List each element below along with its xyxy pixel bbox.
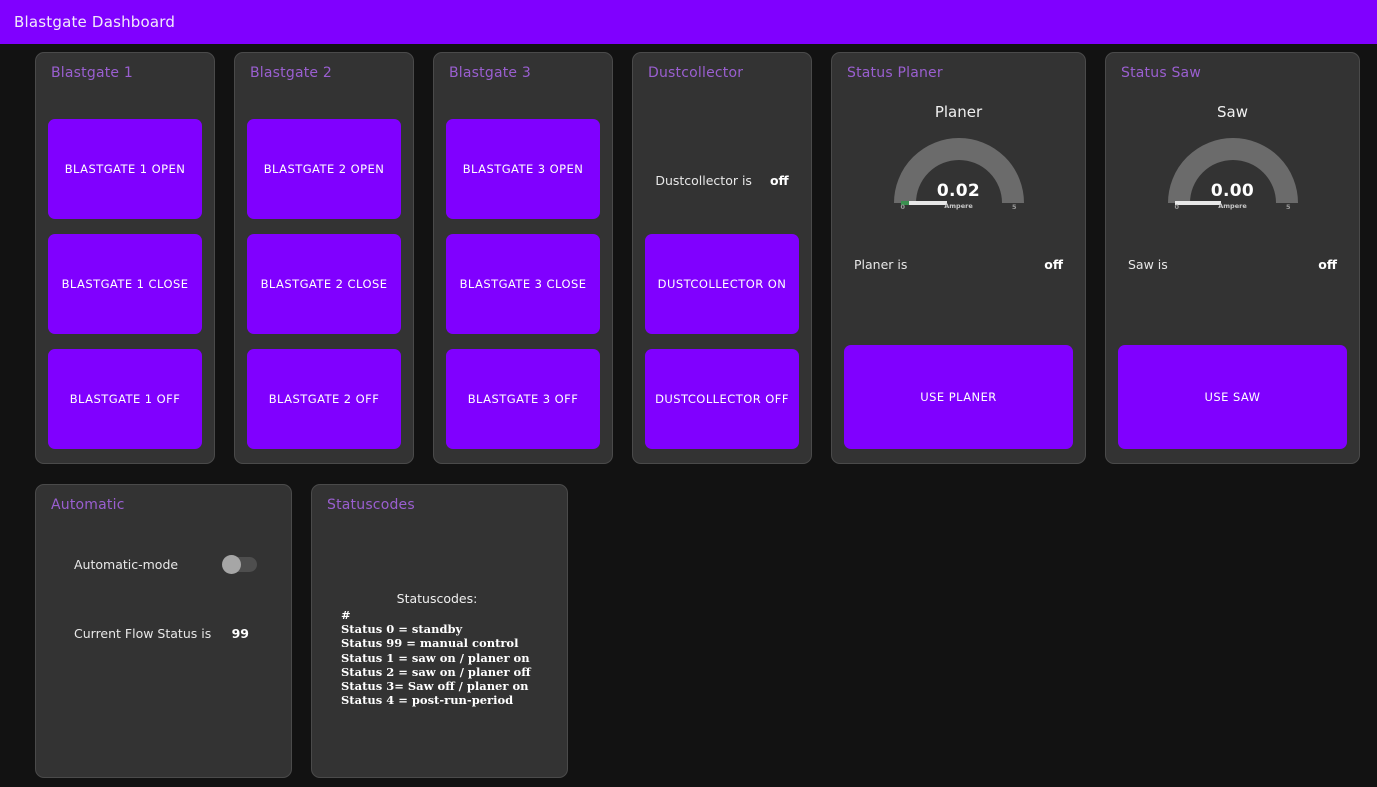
planer-action-wrap: USE PLANER	[844, 272, 1073, 451]
card-status-saw: Status Saw Saw 0.00 Ampere 0 5 Saw is of…	[1105, 52, 1360, 464]
dustcollector-off-button[interactable]: DUSTCOLLECTOR OFF	[645, 349, 799, 449]
card-title-dustcollector: Dustcollector	[648, 65, 744, 81]
statuscode-line: Status 2 = saw on / planer off	[341, 664, 531, 679]
planer-gauge-name: Planer	[934, 103, 983, 121]
blastgate-3-close-button[interactable]: BLASTGATE 3 CLOSE	[446, 234, 600, 334]
planer-status-value: off	[1044, 257, 1063, 272]
app-title: Blastgate Dashboard	[14, 13, 176, 31]
statuscodes-content: Statuscodes: # Status 0 = standby Status…	[324, 591, 555, 707]
statuscodes-list: # Status 0 = standby Status 99 = manual …	[341, 608, 555, 707]
saw-status-value: off	[1318, 257, 1337, 272]
planer-gauge-widget: Planer 0.02 Ampere 0 5	[844, 103, 1073, 211]
planer-gauge-min-tick: 0	[900, 203, 906, 211]
planer-status-label: Planer is	[854, 257, 908, 272]
saw-action-wrap: USE SAW	[1118, 272, 1347, 451]
toggle-knob	[222, 555, 241, 574]
statuscodes-heading: Statuscodes:	[396, 591, 478, 606]
saw-gauge: 0.00 Ampere 0 5	[1167, 133, 1298, 211]
planer-gauge-max-tick: 5	[1011, 203, 1017, 211]
card-title-blastgate-2: Blastgate 2	[250, 65, 332, 81]
statuscode-line: Status 3= Saw off / planer on	[341, 679, 529, 694]
saw-gauge-max-tick: 5	[1285, 203, 1291, 211]
card-title-blastgate-3: Blastgate 3	[449, 65, 531, 81]
statuscode-line: Status 0 = standby	[341, 622, 463, 637]
flow-status-value: 99	[231, 626, 249, 641]
card-automatic: Automatic Automatic-mode Current Flow St…	[35, 484, 292, 778]
saw-gauge-name: Saw	[1217, 103, 1248, 121]
saw-status-label: Saw is	[1128, 257, 1168, 272]
statuscode-line: Status 99 = manual control	[341, 636, 519, 651]
dustcollector-status-label: Dustcollector is	[655, 173, 752, 188]
dashboard-row-bottom: Automatic Automatic-mode Current Flow St…	[0, 484, 1377, 778]
flow-status-row: Current Flow Status is 99	[48, 626, 279, 641]
saw-gauge-widget: Saw 0.00 Ampere 0 5	[1118, 103, 1347, 211]
dustcollector-button-stack: DUSTCOLLECTOR ON DUSTCOLLECTOR OFF	[645, 188, 799, 451]
dashboard-grid: Blastgate 1 BLASTGATE 1 OPEN BLASTGATE 1…	[0, 44, 1377, 778]
planer-gauge-value: 0.02	[936, 181, 981, 201]
card-status-planer: Status Planer Planer 0.02 Ampere 0 5 Pla…	[831, 52, 1086, 464]
planer-gauge-unit: Ampere	[944, 202, 973, 210]
dustcollector-status-value: off	[769, 173, 789, 188]
app-header: Blastgate Dashboard	[0, 0, 1377, 44]
saw-status-row: Saw is off	[1118, 257, 1347, 272]
blastgate-2-close-button[interactable]: BLASTGATE 2 CLOSE	[247, 234, 401, 334]
use-planer-button[interactable]: USE PLANER	[844, 345, 1073, 449]
card-blastgate-1: Blastgate 1 BLASTGATE 1 OPEN BLASTGATE 1…	[35, 52, 215, 464]
card-blastgate-2: Blastgate 2 BLASTGATE 2 OPEN BLASTGATE 2…	[234, 52, 414, 464]
statuscode-line: Status 1 = saw on / planer on	[341, 650, 530, 665]
planer-status-row: Planer is off	[844, 257, 1073, 272]
blastgate-1-close-button[interactable]: BLASTGATE 1 CLOSE	[48, 234, 202, 334]
use-saw-button[interactable]: USE SAW	[1118, 345, 1347, 449]
blastgate-3-button-stack: BLASTGATE 3 OPEN BLASTGATE 3 CLOSE BLAST…	[446, 81, 600, 451]
blastgate-2-button-stack: BLASTGATE 2 OPEN BLASTGATE 2 CLOSE BLAST…	[247, 81, 401, 451]
statuscode-line: Status 4 = post-run-period	[341, 693, 514, 708]
card-dustcollector: Dustcollector Dustcollector is off DUSTC…	[632, 52, 812, 464]
dashboard-row-top: Blastgate 1 BLASTGATE 1 OPEN BLASTGATE 1…	[0, 52, 1377, 464]
blastgate-2-off-button[interactable]: BLASTGATE 2 OFF	[247, 349, 401, 449]
card-title-statuscodes: Statuscodes	[327, 497, 415, 513]
card-title-status-saw: Status Saw	[1121, 65, 1201, 81]
saw-gauge-min-tick: 0	[1174, 203, 1180, 211]
automatic-mode-row: Automatic-mode	[48, 555, 279, 574]
blastgate-2-open-button[interactable]: BLASTGATE 2 OPEN	[247, 119, 401, 219]
card-statuscodes: Statuscodes Statuscodes: # Status 0 = st…	[311, 484, 568, 778]
automatic-mode-label: Automatic-mode	[74, 557, 179, 572]
saw-gauge-unit: Ampere	[1218, 202, 1247, 210]
blastgate-3-open-button[interactable]: BLASTGATE 3 OPEN	[446, 119, 600, 219]
card-title-blastgate-1: Blastgate 1	[51, 65, 133, 81]
blastgate-1-open-button[interactable]: BLASTGATE 1 OPEN	[48, 119, 202, 219]
saw-gauge-value: 0.00	[1210, 181, 1255, 201]
card-title-status-planer: Status Planer	[847, 65, 943, 81]
card-title-automatic: Automatic	[51, 497, 125, 513]
card-blastgate-3: Blastgate 3 BLASTGATE 3 OPEN BLASTGATE 3…	[433, 52, 613, 464]
blastgate-1-off-button[interactable]: BLASTGATE 1 OFF	[48, 349, 202, 449]
dustcollector-status-line: Dustcollector is off	[645, 173, 799, 188]
statuscode-line: #	[341, 608, 351, 622]
flow-status-label: Current Flow Status is	[74, 626, 212, 641]
dustcollector-on-button[interactable]: DUSTCOLLECTOR ON	[645, 234, 799, 334]
blastgate-3-off-button[interactable]: BLASTGATE 3 OFF	[446, 349, 600, 449]
planer-gauge: 0.02 Ampere 0 5	[893, 133, 1024, 211]
blastgate-1-button-stack: BLASTGATE 1 OPEN BLASTGATE 1 CLOSE BLAST…	[48, 81, 202, 451]
automatic-mode-toggle[interactable]	[222, 555, 257, 574]
